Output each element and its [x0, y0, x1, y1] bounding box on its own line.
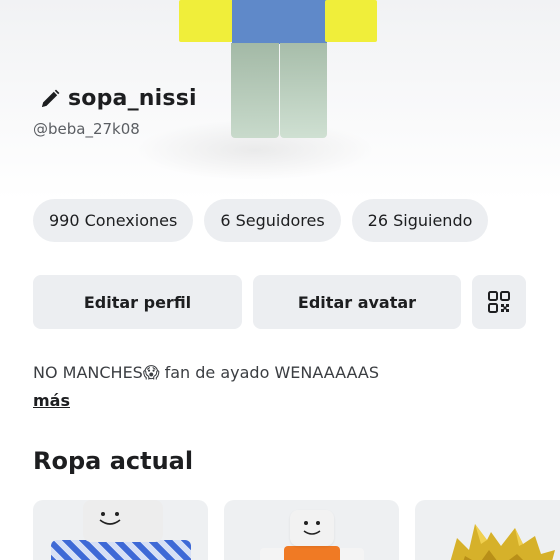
smile-face-icon	[303, 521, 321, 535]
qr-code-icon	[488, 291, 510, 313]
avatar-right-arm	[325, 0, 377, 42]
pencil-icon[interactable]	[38, 87, 62, 111]
following-pill[interactable]: 26 Siguiendo	[351, 199, 489, 242]
outfit-card[interactable]	[33, 500, 208, 560]
bio-text: NO MANCHES😱 fan de ayado WENAAAAAS	[33, 363, 380, 382]
qr-code-button[interactable]	[472, 275, 526, 329]
outfit-thumbnail	[450, 524, 555, 560]
username: @beba_27k08	[33, 120, 140, 138]
edit-avatar-button[interactable]: Editar avatar	[253, 275, 461, 329]
outfit-card[interactable]	[415, 500, 560, 560]
connections-pill[interactable]: 990 Conexiones	[33, 199, 194, 242]
action-buttons: Editar perfil Editar avatar	[33, 275, 526, 329]
display-name-row[interactable]: sopa_nissi	[38, 86, 197, 111]
outfit-list	[33, 500, 560, 560]
stats-row: 990 Conexiones 6 Seguidores 26 Siguiendo	[33, 199, 489, 242]
smile-face-icon	[99, 512, 121, 525]
avatar-right-leg	[280, 43, 327, 138]
outfit-thumbnail	[51, 540, 191, 560]
current-outfit-title: Ropa actual	[33, 447, 194, 475]
show-more-link[interactable]: más	[33, 391, 70, 410]
outfit-card[interactable]	[224, 500, 399, 560]
avatar-left-arm	[179, 0, 233, 42]
avatar-torso	[232, 0, 327, 44]
followers-pill[interactable]: 6 Seguidores	[204, 199, 341, 242]
avatar-head	[290, 510, 334, 546]
display-name: sopa_nissi	[68, 86, 197, 111]
avatar-left-leg	[231, 43, 279, 138]
edit-profile-button[interactable]: Editar perfil	[33, 275, 242, 329]
outfit-thumbnail	[284, 546, 340, 560]
